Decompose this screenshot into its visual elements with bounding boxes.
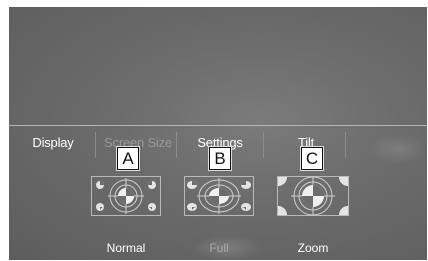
tab-separator: [345, 132, 346, 158]
tab-separator: [263, 132, 264, 158]
screen-size-full-icon: [184, 176, 254, 216]
tab-separator: [176, 132, 177, 158]
screen-size-settings-screen: Display Screen Size Settings Tilt A B C …: [9, 7, 427, 260]
screen-size-full-thumbnail[interactable]: [184, 176, 254, 216]
tab-separator: [95, 132, 96, 158]
callout-marker-a: A: [117, 147, 139, 170]
option-label-zoom[interactable]: Zoom: [283, 239, 343, 257]
screen-size-zoom-thumbnail[interactable]: [277, 176, 349, 216]
option-label-full[interactable]: Full: [189, 239, 249, 257]
callout-marker-c: C: [301, 147, 323, 170]
screen-size-zoom-icon: [277, 176, 349, 216]
tab-display[interactable]: Display: [23, 126, 83, 162]
screen-size-normal-thumbnail[interactable]: [91, 176, 161, 216]
callout-marker-b: B: [209, 147, 231, 170]
option-label-normal[interactable]: Normal: [96, 239, 156, 257]
screen-size-normal-icon: [91, 176, 161, 216]
